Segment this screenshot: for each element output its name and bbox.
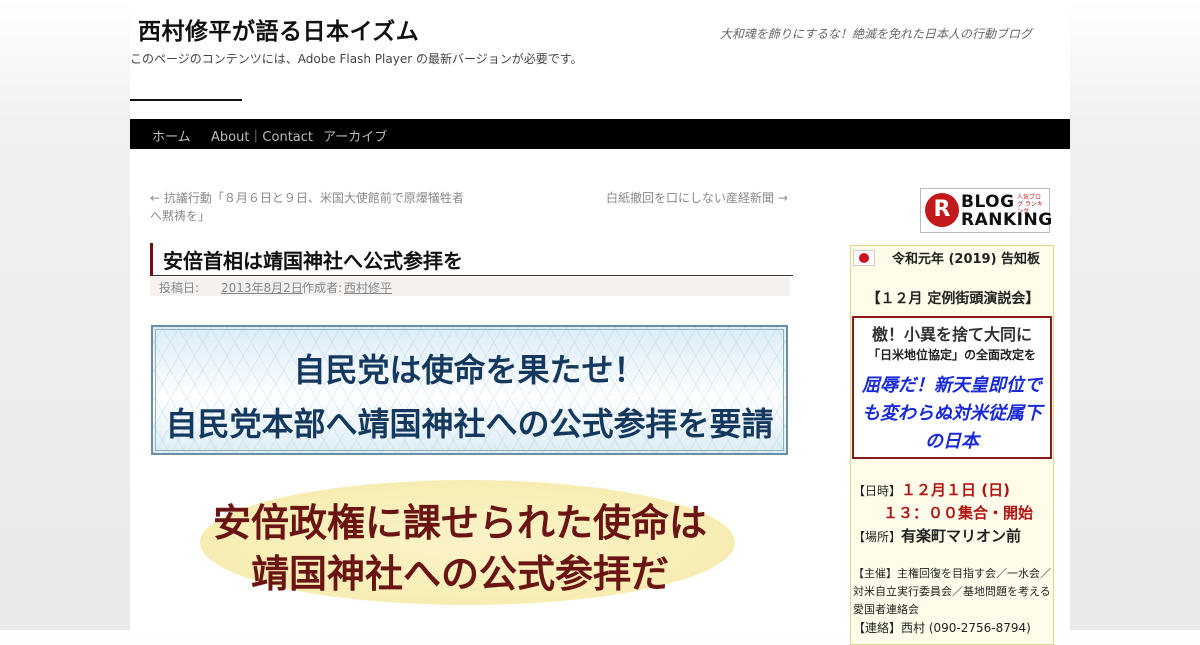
header-divider xyxy=(130,99,242,101)
entry-meta: 投稿日: 2013年8月2日 作成者: 西村修平 xyxy=(150,277,790,296)
site-description: 大和魂を飾りにするな！絶滅を免れた日本人の行動ブログ xyxy=(719,27,1032,41)
author-link[interactable]: 西村修平 xyxy=(344,281,392,295)
banner1-line1: 自民党は使命を果たせ！ xyxy=(293,351,646,389)
previous-post-line2: へ黙祷を」 xyxy=(150,209,211,223)
banner2-line2: 靖国神社への公式参拝だ xyxy=(250,552,669,596)
ranking-text-blog: BLOG xyxy=(961,192,1015,212)
notice-organizers: 【主催】主権回復を目指す会／一水会／対米自立実行委員会／基地問題を考える愛国者連… xyxy=(853,567,1051,616)
meta-date-prefix: 投稿日: xyxy=(159,281,200,295)
site-title[interactable]: 西村修平が語る日本イズム xyxy=(138,12,419,46)
banner2-line1: 安倍政権に課せられた使命は xyxy=(212,501,707,545)
page-container: 西村修平が語る日本イズム 大和魂を飾りにするな！絶滅を免れた日本人の行動ブログ … xyxy=(130,0,1070,645)
entry-title: 安倍首相は靖国神社へ公式参拝を xyxy=(163,249,463,273)
main-nav: ホーム About｜Contact アーカイブ xyxy=(130,119,1070,149)
notice-place-label: 【場所】 xyxy=(853,530,902,544)
notice-date: １２月１日 (日) xyxy=(901,481,1010,499)
banner-jimin-mission: 自民党は使命を果たせ！ 自民党本部へ靖国神社への公式参拝を要請 xyxy=(151,325,788,455)
notice-time: １３：００集合・開始 xyxy=(883,504,1034,522)
previous-post-line1: ← 抗議行動「８月６日と９日、米国大使館前で原爆犠牲者 xyxy=(150,191,464,205)
notice-highlight-box: 檄！小異を捨て大同に 「日米地位協定」の全面改定を 屈辱だ！新天皇即位でも変わら… xyxy=(852,316,1052,459)
post-date-link[interactable]: 2013年8月2日 xyxy=(221,281,303,295)
notice-event: 【１２月 定例街頭演説会】 xyxy=(866,291,1040,307)
japan-flag-icon xyxy=(853,250,875,266)
notice-title: 令和元年 (2019) 告知板 xyxy=(891,252,1041,267)
notice-date-label: 【日時】 xyxy=(853,484,902,498)
previous-post-link[interactable]: ← 抗議行動「８月６日と９日、米国大使館前で原爆犠牲者 へ黙祷を」 xyxy=(150,189,480,225)
nav-item-about-contact[interactable]: About｜Contact xyxy=(211,126,313,145)
blog-ranking-banner[interactable]: R BLOG 人気ブログ ランキング RANKING xyxy=(920,188,1053,233)
notice-contact: 【連絡】西村 (090-2756-8794) xyxy=(853,621,1031,635)
notice-slogan: 屈辱だ！新天皇即位でも変わらぬ対米従属下の日本 xyxy=(862,375,1042,452)
ranking-logo-icon: R xyxy=(925,193,959,227)
notice-subheadline: 「日米地位協定」の全面改定を xyxy=(867,348,1036,362)
flag-sun xyxy=(859,253,869,263)
entry-title-container: 安倍首相は靖国神社へ公式参拝を xyxy=(150,243,793,276)
meta-author-prefix: 作成者: xyxy=(302,281,343,295)
notice-headline: 檄！小異を捨て大同に xyxy=(871,325,1032,344)
banner1-line2: 自民党本部へ靖国神社への公式参拝を要請 xyxy=(165,405,774,443)
ranking-text-ranking: RANKING xyxy=(961,210,1053,230)
flash-notice: このページのコンテンツには、Adobe Flash Player の最新バージョ… xyxy=(130,52,583,66)
next-post-link[interactable]: 白紙撤回を口にしない産経新聞 → xyxy=(606,189,788,207)
notice-place: 有楽町マリオン前 xyxy=(901,527,1022,545)
nav-item-home[interactable]: ホーム xyxy=(152,126,191,145)
nav-item-archive[interactable]: アーカイブ xyxy=(323,126,387,145)
notice-board: 令和元年 (2019) 告知板 【１２月 定例街頭演説会】 檄！小異を捨て大同に… xyxy=(850,245,1054,645)
